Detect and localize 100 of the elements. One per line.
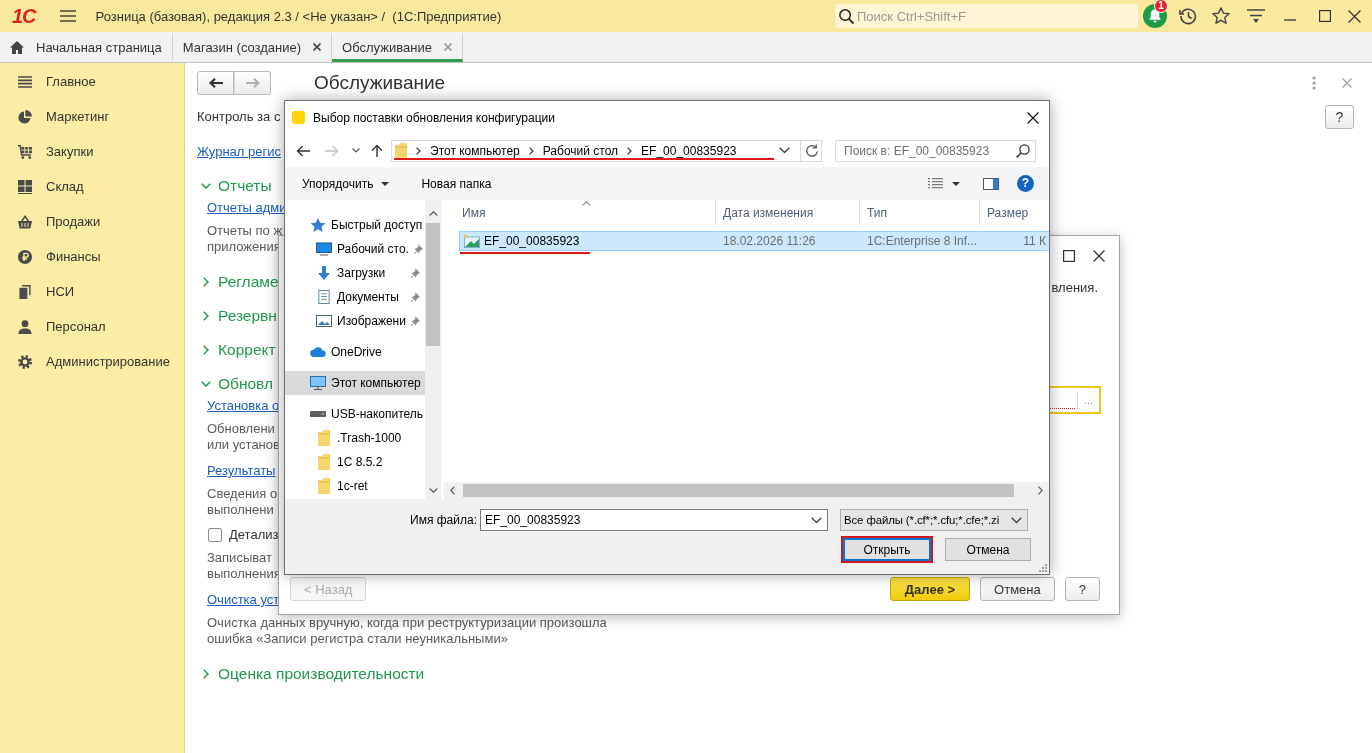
chevron-right-icon[interactable] [1038, 486, 1043, 495]
nav-item[interactable]: .Trash-1000 [285, 426, 425, 450]
computer-icon [310, 376, 326, 390]
preview-pane-icon[interactable] [983, 177, 999, 190]
arrow-left-icon[interactable] [296, 144, 310, 157]
resize-grip-icon[interactable] [1039, 564, 1047, 572]
sidebar-item[interactable]: Персонал [0, 309, 112, 344]
help-button[interactable]: ? [1017, 175, 1034, 192]
nav-item[interactable]: Документы [285, 285, 425, 309]
section-header[interactable]: Оценка производительности [197, 662, 425, 686]
chevron-right-icon [528, 146, 534, 155]
section-header[interactable]: Отчеты [197, 174, 272, 198]
open-button[interactable]: Открыть [843, 538, 931, 561]
dialog-button[interactable]: Отмена [980, 577, 1055, 601]
caret-down-icon[interactable] [952, 181, 960, 186]
chevron-down-icon[interactable] [352, 148, 360, 153]
column-header[interactable]: Тип [860, 200, 980, 225]
section-header[interactable]: Регламе [197, 270, 279, 294]
help-button[interactable]: ? [1325, 105, 1354, 129]
chevron-down-icon[interactable] [779, 147, 790, 154]
arrow-up-icon[interactable] [371, 144, 383, 157]
column-header[interactable]: Имя [444, 200, 716, 225]
sidebar-item[interactable]: Администрирование [0, 344, 176, 379]
lines-dropdown-icon[interactable] [1247, 9, 1265, 23]
dialog-button[interactable]: ? [1064, 577, 1100, 601]
nav-item[interactable]: Рабочий сто. [285, 237, 425, 261]
close-icon[interactable] [1027, 111, 1039, 124]
nav-item[interactable]: 1С 8.5.2 [285, 450, 425, 474]
sidebar-item[interactable]: Финансы [0, 239, 107, 274]
description-text: Записыват [207, 550, 272, 566]
menu-icon[interactable] [59, 10, 76, 22]
column-header[interactable]: Размер [980, 200, 1049, 225]
vertical-scrollbar[interactable] [425, 200, 441, 499]
breadcrumb-item[interactable]: Рабочий стол [542, 143, 619, 158]
scrollbar-thumb[interactable] [463, 484, 1014, 497]
sidebar-item[interactable]: НСИ [0, 274, 81, 309]
chevron-down-icon[interactable] [428, 488, 438, 493]
sidebar-item[interactable]: Главное [0, 64, 102, 99]
maximize-icon[interactable] [1063, 250, 1075, 262]
search-field[interactable]: Поиск в: EF_00_00835923 [835, 139, 1036, 162]
documents-icon [18, 284, 32, 299]
tab[interactable]: Обслуживание [332, 32, 463, 62]
star-icon[interactable] [1212, 7, 1230, 25]
search-icon [839, 9, 854, 24]
chevron-up-icon[interactable] [428, 211, 438, 216]
chevron-down-icon[interactable] [811, 517, 822, 524]
nav-item[interactable]: Быстрый доступ [285, 213, 425, 237]
chevron-right-icon [416, 146, 421, 155]
search-field[interactable]: Поиск Ctrl+Shift+F [835, 4, 1138, 28]
organize-button[interactable]: Упорядочить [294, 172, 398, 195]
nav-item[interactable]: USB-накопитель [285, 402, 425, 426]
section-header[interactable]: Обновл [197, 372, 274, 396]
chevron-left-icon[interactable] [450, 486, 455, 495]
address-bar[interactable]: Этот компьютер Рабочий стол EF_00_00835923 [391, 139, 822, 162]
file-icon [464, 234, 480, 248]
sidebar-item[interactable]: Маркетинг [0, 99, 116, 134]
tab[interactable]: Магазин (создание) [172, 32, 333, 62]
page-title: Обслуживание [314, 71, 446, 95]
sidebar-item[interactable]: Закупки [0, 134, 100, 169]
close-icon[interactable] [1348, 9, 1361, 23]
field-label: Имя файла: [410, 513, 477, 527]
refresh-icon[interactable] [805, 143, 819, 158]
maximize-icon[interactable] [1319, 10, 1331, 22]
cancel-button[interactable]: Отмена [945, 538, 1031, 561]
nav-item[interactable]: Изображени [285, 309, 425, 333]
folder-icon [318, 478, 330, 494]
file-name-field[interactable]: EF_00_00835923 [480, 509, 828, 531]
nav-item[interactable]: Загрузки [285, 261, 425, 285]
nav-item[interactable]: 1c-ret [285, 474, 425, 498]
sidebar-item[interactable]: Продажи [0, 204, 107, 239]
next-button[interactable]: Далее > [889, 577, 971, 601]
checkbox[interactable] [208, 528, 222, 542]
close-icon[interactable] [313, 43, 322, 51]
new-folder-button[interactable]: Новая папка [413, 172, 500, 195]
file-row[interactable]: EF_00_00835923 18.02.2026 11:26 1C:Enterprise 8 Inf... 11 К [459, 231, 1049, 251]
nav-item[interactable]: Этот компьютер [285, 371, 425, 395]
file-name: EF_00_00835923 [484, 234, 580, 248]
more-icon[interactable] [1312, 76, 1316, 90]
column-header[interactable]: Дата изменения [716, 200, 860, 225]
ruble-icon [18, 249, 32, 264]
breadcrumb-item[interactable]: EF_00_00835923 [641, 143, 737, 158]
file-type-dropdown[interactable]: Все файлы (*.cf*;*.cfu;*.cfe;*.zi [840, 509, 1028, 531]
history-icon[interactable] [1179, 7, 1197, 25]
checkbox-label[interactable]: Детализ [229, 527, 279, 543]
view-list-icon[interactable] [928, 178, 943, 189]
breadcrumb-item[interactable]: Этот компьютер [430, 143, 520, 158]
tab[interactable]: Начальная страница [0, 32, 173, 62]
description-text: Обновлени [207, 421, 275, 437]
back-button[interactable] [197, 71, 234, 95]
link[interactable]: Результаты [207, 463, 276, 479]
nav-item[interactable]: OneDrive [285, 340, 425, 364]
section-header[interactable]: Коррект [197, 338, 276, 362]
link[interactable]: Журнал регис [197, 144, 281, 160]
scrollbar-thumb[interactable] [426, 223, 440, 346]
description-text: выполнения [207, 566, 281, 582]
close-icon[interactable] [1093, 250, 1105, 262]
sidebar-item[interactable]: Склад [0, 169, 90, 204]
horizontal-scrollbar[interactable] [444, 482, 1049, 499]
section-header[interactable]: Резервн [197, 304, 277, 328]
link[interactable]: Очистка уст [207, 592, 280, 608]
